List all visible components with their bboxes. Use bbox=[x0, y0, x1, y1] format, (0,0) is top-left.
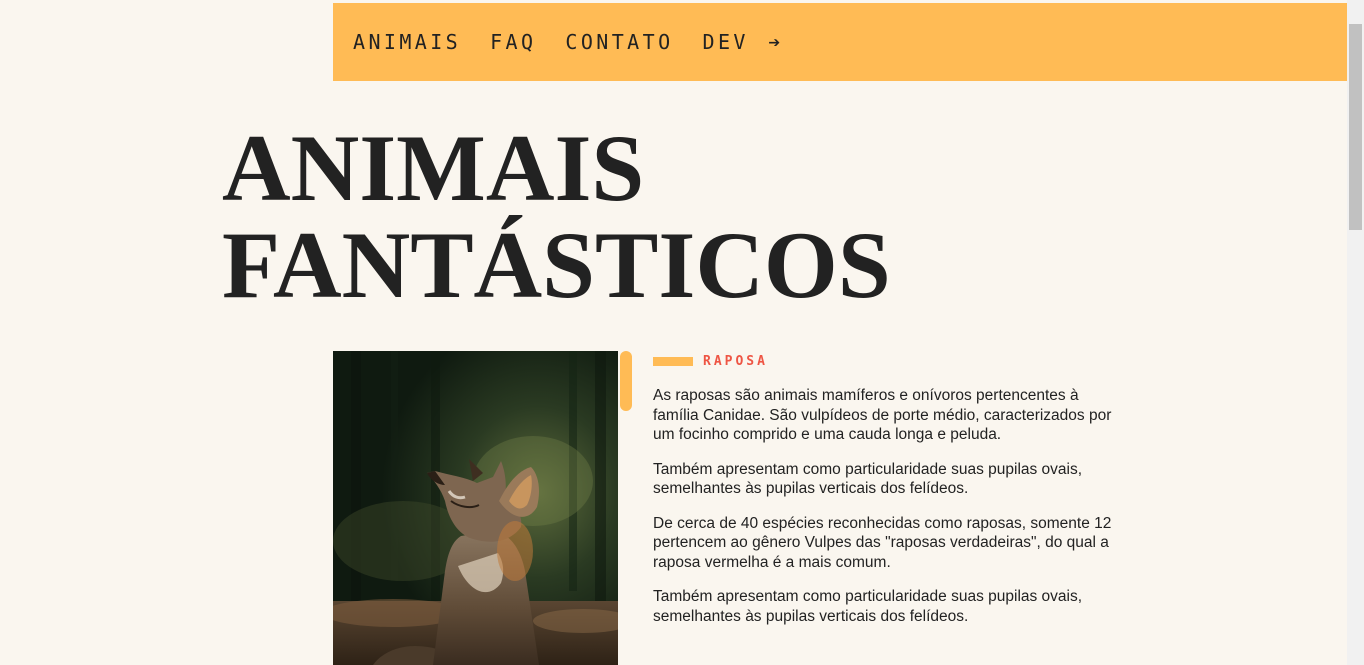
fox-photo-illustration bbox=[333, 351, 618, 665]
gallery-scrollbar-thumb[interactable] bbox=[620, 351, 632, 411]
description-paragraph-1: As raposas são animais mamíferos e onívo… bbox=[653, 387, 1112, 443]
nav-list: ANIMAIS FAQ CONTATO DEV ➔ bbox=[353, 30, 813, 54]
nav-link-animais[interactable]: ANIMAIS bbox=[353, 30, 461, 54]
animal-description: RAPOSA As raposas são animais mamíferos … bbox=[653, 350, 1113, 641]
nav-item-contato: CONTATO bbox=[565, 30, 702, 54]
page-scrollbar-thumb[interactable] bbox=[1349, 24, 1362, 230]
fox-image bbox=[333, 351, 618, 665]
nav-item-faq: FAQ bbox=[490, 30, 565, 54]
page-scrollbar[interactable] bbox=[1347, 0, 1364, 665]
nav-link-faq[interactable]: FAQ bbox=[490, 30, 536, 54]
nav-dev-label: DEV bbox=[702, 30, 749, 54]
section-title-accent-bar bbox=[653, 356, 693, 366]
nav-link-dev[interactable]: DEV ➔ bbox=[703, 30, 784, 54]
description-paragraph-3: De cerca de 40 espécies reconhecidas com… bbox=[653, 514, 1112, 571]
page-title: ANIMAIS FANTÁSTICOS bbox=[222, 120, 891, 314]
nav-item-animais: ANIMAIS bbox=[353, 30, 490, 54]
page-title-line-1: ANIMAIS bbox=[222, 115, 645, 221]
page-title-line-2: FANTÁSTICOS bbox=[222, 212, 891, 318]
arrow-right-icon: ➔ bbox=[768, 30, 784, 54]
nav-link-contato[interactable]: CONTATO bbox=[565, 30, 673, 54]
section-title: RAPOSA bbox=[653, 350, 1113, 372]
description-paragraph-2: Também apresentam como particularidade s… bbox=[653, 460, 1083, 498]
section-label: RAPOSA bbox=[703, 353, 768, 369]
main-nav: ANIMAIS FAQ CONTATO DEV ➔ bbox=[333, 3, 1347, 81]
description-paragraph-4: Também apresentam como particularidade s… bbox=[653, 588, 1083, 625]
nav-item-dev: DEV ➔ bbox=[703, 30, 813, 54]
